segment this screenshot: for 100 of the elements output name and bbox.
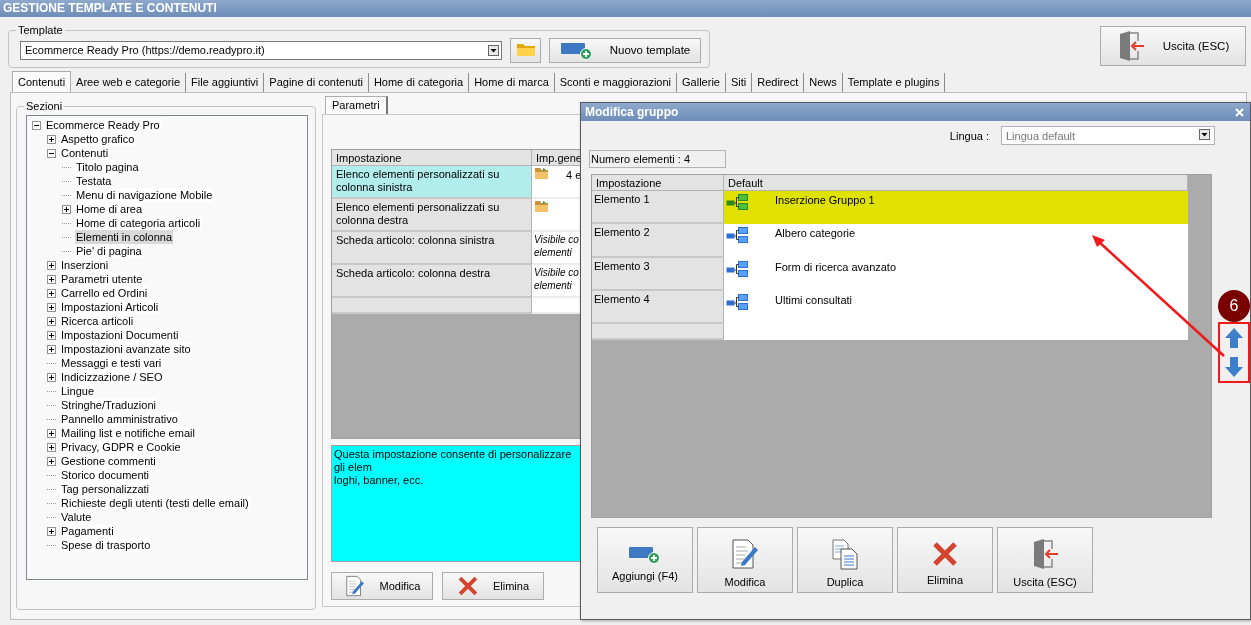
tab[interactable]: Contenuti <box>12 71 72 92</box>
step-badge: 6 <box>1218 290 1250 322</box>
exit-button[interactable]: Uscita (ESC) <box>1100 26 1246 66</box>
table-cell[interactable]: Form di ricerca avanzato <box>724 258 1188 291</box>
table-cell: Scheda articolo: colonna destra <box>332 265 532 298</box>
tree-item[interactable]: Stringhe/Traduzioni <box>60 398 157 412</box>
delete-button[interactable]: Elimina <box>442 572 544 600</box>
tree-item[interactable]: Privacy, GDPR e Cookie <box>60 440 182 454</box>
cell-text: Inserzione Gruppo 1 <box>775 194 875 207</box>
expand-icon[interactable] <box>47 344 56 354</box>
tree-item[interactable]: Pie' di pagina <box>75 244 143 258</box>
expand-icon[interactable] <box>47 442 56 452</box>
dropdown-field[interactable]: Ecommerce Ready Pro (https://demo.readypro.it) <box>20 40 502 60</box>
table-cell: Elemento 2 <box>592 224 724 258</box>
tree-item[interactable]: Messaggi e testi vari <box>60 356 163 370</box>
cell-text: Visibile co elementi <box>534 266 579 292</box>
hierarchy-icon <box>726 260 748 278</box>
tree-item[interactable]: Lingue <box>60 384 96 398</box>
table-cell[interactable]: Albero categorie <box>724 224 1188 258</box>
tree-item[interactable]: Impostazioni Documenti <box>60 328 180 342</box>
tree-item[interactable]: Richieste degli utenti (testi delle email) <box>60 496 250 510</box>
tree-item[interactable]: Pagamenti <box>60 524 115 538</box>
field-label: Lingua : <box>949 129 989 142</box>
tree-item[interactable]: Contenuti <box>60 146 110 160</box>
cell-text: Form di ricerca avanzato <box>775 261 897 274</box>
tab[interactable]: Parametri <box>325 96 388 114</box>
window-title: GESTIONE TEMPLATE E CONTENUTI <box>3 1 217 15</box>
tree-item[interactable]: Carrello ed Ordini <box>60 286 149 300</box>
exit-button[interactable]: Uscita (ESC) <box>997 527 1093 593</box>
group-label: Sezioni <box>24 100 65 112</box>
tree-item[interactable]: Storico documenti <box>60 468 151 482</box>
expand-icon[interactable] <box>47 260 56 270</box>
hierarchy-icon <box>726 226 748 244</box>
tree-item[interactable]: Elementi in colonna <box>75 230 173 244</box>
tree-item[interactable]: Mailing list e notifiche email <box>60 426 196 440</box>
add-button[interactable]: Nuovo template <box>549 37 701 63</box>
expand-icon[interactable] <box>47 330 56 340</box>
edit-icon <box>730 538 760 570</box>
delete-icon <box>456 575 479 597</box>
dialog-title: Modifica gruppo <box>585 105 679 119</box>
edit-button[interactable]: Modifica <box>331 572 433 600</box>
dropdown-field[interactable]: Lingua default <box>1001 126 1215 145</box>
expand-icon[interactable] <box>47 134 56 144</box>
table-cell[interactable]: Ultimi consultati <box>724 291 1188 324</box>
tree-item[interactable]: Titolo pagina <box>75 160 140 174</box>
folder-icon <box>515 43 536 57</box>
add-button[interactable]: Aggiungi (F4) <box>597 527 693 593</box>
expand-icon[interactable] <box>47 288 56 298</box>
table-cell[interactable]: Inserzione Gruppo 1 <box>724 191 1188 224</box>
expand-icon[interactable] <box>47 526 56 536</box>
tree-item[interactable]: Tag personalizzati <box>60 482 151 496</box>
column-header: Default <box>724 175 1188 191</box>
duplicate-button[interactable]: Duplica <box>797 527 893 593</box>
tree-item[interactable]: Gestione commenti <box>60 454 157 468</box>
tree-item[interactable]: Menu di navigazione Mobile <box>75 188 214 202</box>
tree-item[interactable]: Home di area <box>75 202 144 216</box>
expand-icon[interactable] <box>47 316 56 326</box>
folder-icon <box>534 200 549 213</box>
expand-icon[interactable] <box>47 372 56 382</box>
collapse-icon[interactable] <box>32 120 41 130</box>
delete-button[interactable]: Elimina <box>897 527 993 593</box>
edit-icon <box>343 575 366 597</box>
tree-item[interactable]: Inserzioni <box>60 258 110 272</box>
tree-item[interactable]: Pannello amministrativo <box>60 412 179 426</box>
count-field: Numero elementi : 4 <box>589 150 726 168</box>
tree-item[interactable]: Aspetto grafico <box>60 132 136 146</box>
tree-item[interactable]: Impostazioni avanzate sito <box>60 342 192 356</box>
table-cell: Elemento 4 <box>592 291 724 324</box>
expand-icon[interactable] <box>47 274 56 284</box>
tree-item[interactable]: Valute <box>60 510 93 524</box>
tree-item[interactable]: Spese di trasporto <box>60 538 152 552</box>
tree-item[interactable]: Ricerca articoli <box>60 314 135 328</box>
tree-item[interactable]: Ecommerce Ready Pro <box>45 118 161 132</box>
collapse-icon[interactable] <box>47 148 56 158</box>
close-icon <box>1235 107 1244 117</box>
column-header: Impostazione <box>332 150 532 166</box>
add-icon <box>559 40 594 60</box>
column-header: Impostazione <box>592 175 724 191</box>
expand-icon[interactable] <box>62 204 71 214</box>
expand-icon[interactable] <box>47 302 56 312</box>
tree-item[interactable]: Parametri utente <box>60 272 144 286</box>
hierarchy-icon <box>726 193 748 211</box>
table-cell: Elemento 1 <box>592 191 724 224</box>
tree-item[interactable]: Testata <box>75 174 113 188</box>
table-cell: Elemento 3 <box>592 258 724 291</box>
cell-text: Albero categorie <box>775 227 856 240</box>
duplicate-icon <box>831 538 859 570</box>
delete-icon <box>931 540 959 568</box>
tree-item[interactable]: Impostazioni Articoli <box>60 300 160 314</box>
tree-item[interactable]: Home di categoria articoli <box>75 216 202 230</box>
exit-icon <box>1031 538 1059 570</box>
table-cell: Elenco elementi personalizzati su colonna sinistra <box>332 166 532 199</box>
close-button[interactable] <box>1235 107 1244 117</box>
edit-button[interactable]: Modifica <box>697 527 793 593</box>
tree-item[interactable]: Indicizzazione / SEO <box>60 370 164 384</box>
expand-icon[interactable] <box>47 456 56 466</box>
add-icon <box>628 544 662 564</box>
down-arrow-icon <box>1224 355 1244 378</box>
expand-icon[interactable] <box>47 428 56 438</box>
cell-text: Visibile co elementi <box>534 233 579 259</box>
